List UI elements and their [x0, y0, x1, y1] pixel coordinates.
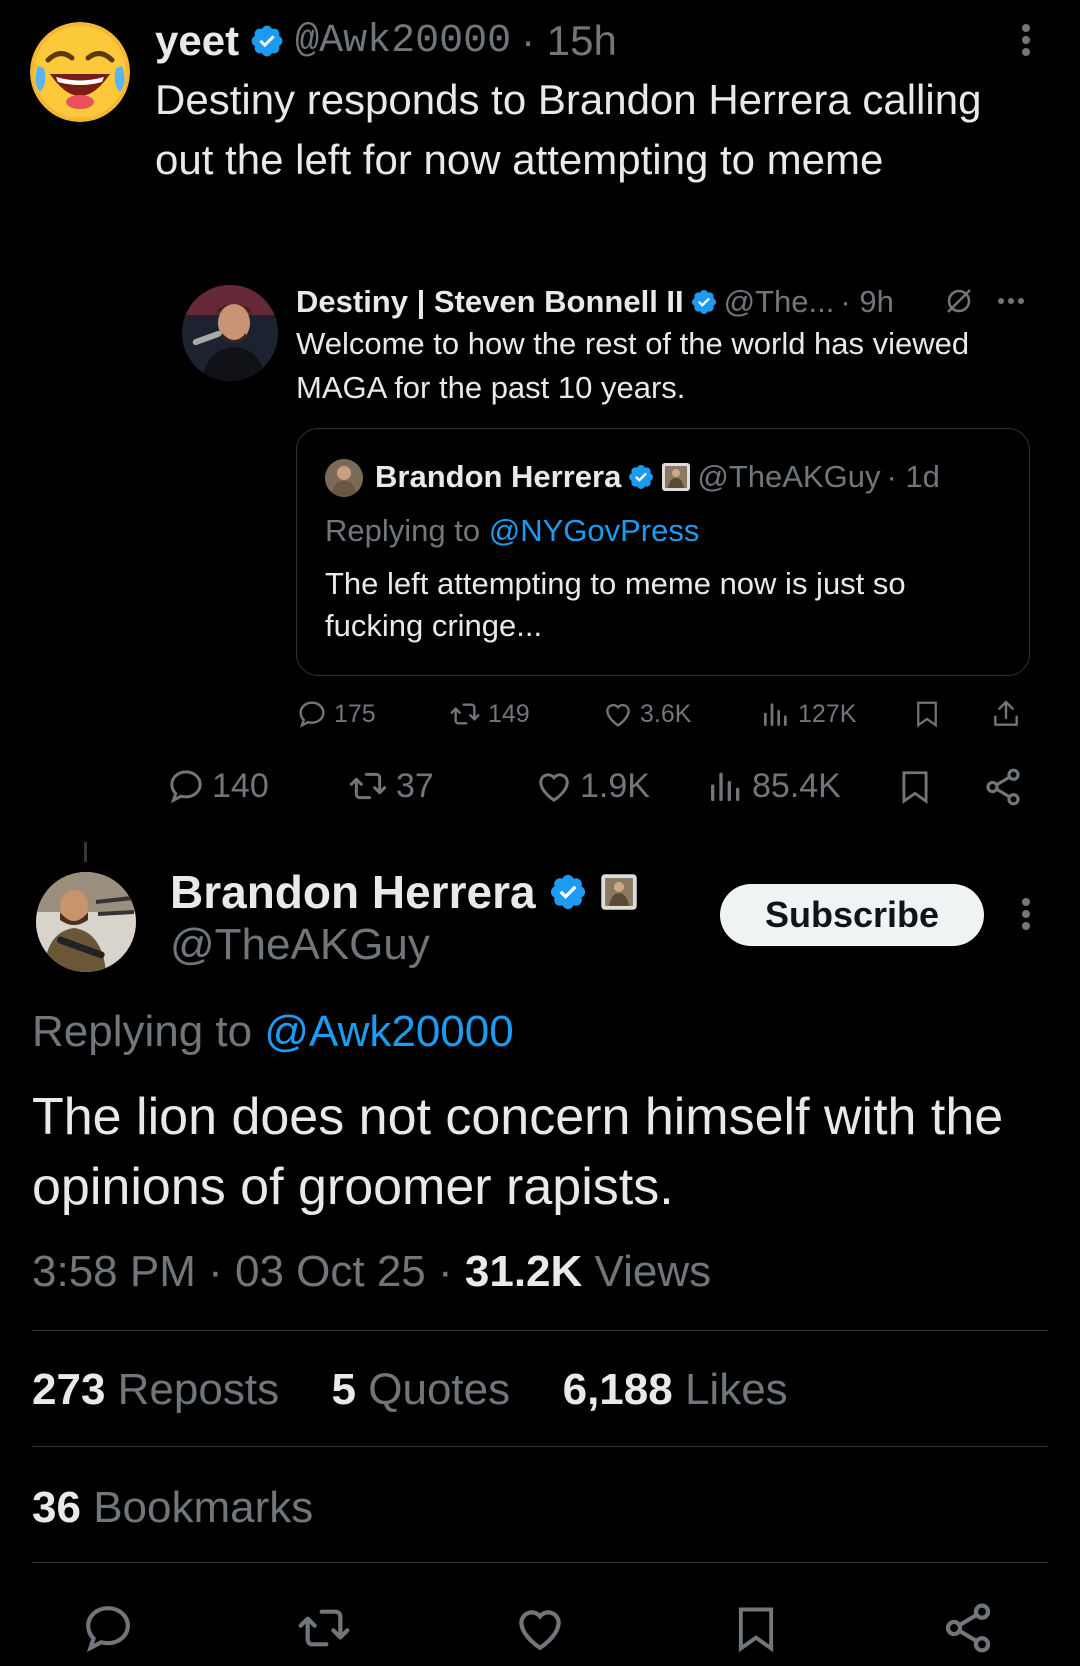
quote-more-options-icon[interactable] — [996, 296, 1026, 306]
divider — [32, 1330, 1048, 1331]
reply-icon — [299, 701, 325, 728]
herrera-avatar[interactable] — [36, 872, 136, 972]
inner-text: The left attempting to meme now is just … — [325, 566, 906, 643]
quote-views-button[interactable]: 127K — [760, 698, 856, 730]
bookmarks-stat[interactable]: 36 Bookmarks — [32, 1480, 313, 1536]
subscribe-label: Subscribe — [764, 894, 940, 935]
quote-bookmark-icon[interactable] — [912, 698, 942, 730]
divider — [32, 1562, 1048, 1563]
like-icon — [539, 773, 569, 802]
reply-author-handle[interactable]: @TheAKGuy — [170, 920, 430, 970]
bottom-like-icon[interactable] — [512, 1600, 568, 1656]
tweet-text: Destiny responds to Brandon Herrera call… — [155, 76, 982, 183]
reposts-count: 273 — [32, 1365, 106, 1414]
more-options-icon[interactable] — [1014, 22, 1038, 58]
quote-author-handle[interactable]: @The... — [724, 284, 835, 320]
verified-badge-icon — [690, 288, 718, 316]
repost-button[interactable]: 37 — [346, 766, 434, 806]
reply-text: The lion does not concern himself with t… — [32, 1088, 1004, 1216]
bottom-bookmark-icon[interactable] — [730, 1600, 782, 1658]
like-icon — [606, 703, 630, 727]
inner-author-handle: @TheAKGuy — [697, 459, 881, 494]
repost-icon — [450, 703, 480, 725]
reply-views-label: Views — [594, 1247, 712, 1296]
likes-stat[interactable]: 6,188 Likes — [563, 1365, 788, 1414]
author-handle[interactable]: @Awk20000 — [295, 19, 511, 64]
reply-replying-prefix: Replying to — [32, 1007, 253, 1056]
views-button[interactable]: 85.4K — [706, 766, 841, 806]
reply-button[interactable]: 140 — [166, 766, 269, 806]
author-name[interactable]: yeet — [155, 17, 239, 65]
yeet-avatar[interactable] — [30, 22, 130, 122]
affiliate-badge-icon — [600, 873, 638, 911]
views-icon — [711, 772, 740, 801]
reply-icon — [170, 770, 202, 804]
share-icon[interactable] — [982, 766, 1024, 808]
bookmarks-label: Bookmarks — [93, 1483, 314, 1532]
quote-repost-count: 149 — [488, 699, 530, 728]
quote-reply-button[interactable]: 175 — [296, 698, 376, 730]
affiliate-badge-icon — [661, 462, 691, 492]
quote-author-name[interactable]: Destiny | Steven Bonnell II — [296, 284, 684, 320]
repost-icon — [349, 772, 387, 800]
reply-author-name[interactable]: Brandon Herrera — [170, 865, 536, 919]
bottom-share-icon[interactable] — [940, 1600, 996, 1656]
quotes-count: 5 — [331, 1365, 357, 1414]
inner-author-name: Brandon Herrera — [375, 459, 622, 494]
thread-connector — [84, 842, 87, 862]
verified-badge-icon — [548, 872, 588, 912]
views-count: 85.4K — [752, 766, 841, 805]
quote-share-icon[interactable] — [990, 698, 1022, 730]
reply-date[interactable]: 03 Oct 25 — [235, 1247, 426, 1296]
verified-badge-icon — [249, 23, 285, 59]
reply-views-count: 31.2K — [464, 1247, 583, 1296]
inner-replying-prefix: Replying to — [325, 513, 481, 548]
reply-count: 140 — [212, 766, 269, 805]
likes-count: 6,188 — [562, 1365, 673, 1414]
reply-more-options-icon[interactable] — [1014, 896, 1038, 932]
inner-quote-card[interactable]: Brandon Herrera @TheAKGuy · 1d Replying … — [296, 428, 1030, 676]
quotes-label: Quotes — [368, 1365, 511, 1414]
reposts-label: Reposts — [117, 1365, 280, 1414]
destiny-avatar[interactable] — [182, 285, 278, 381]
reposts-stat[interactable]: 273 Reposts — [32, 1365, 279, 1414]
inner-replying-mention[interactable]: @NYGovPress — [489, 513, 700, 548]
bottom-reply-icon[interactable] — [80, 1600, 136, 1656]
bookmark-icon[interactable] — [896, 766, 934, 808]
bookmarks-count: 36 — [32, 1483, 81, 1532]
grok-icon[interactable] — [944, 286, 974, 316]
quotes-stat[interactable]: 5 Quotes — [332, 1365, 511, 1414]
like-count: 1.9K — [580, 766, 650, 805]
quote-like-count: 3.6K — [640, 699, 692, 728]
herrera-small-avatar — [325, 459, 363, 497]
inner-time: · 1d — [886, 459, 940, 494]
likes-label: Likes — [684, 1365, 788, 1414]
verified-badge-icon — [627, 463, 655, 491]
bottom-repost-icon[interactable] — [294, 1600, 354, 1656]
quote-reply-count: 175 — [334, 699, 376, 728]
quote-like-button[interactable]: 3.6K — [602, 698, 691, 730]
quote-text: Welcome to how the rest of the world has… — [296, 326, 970, 405]
tweet-time[interactable]: · 15h — [521, 17, 617, 65]
quote-views-count: 127K — [798, 699, 857, 728]
divider — [32, 1446, 1048, 1447]
subscribe-button[interactable]: Subscribe — [720, 884, 984, 946]
quote-repost-button[interactable]: 149 — [448, 698, 530, 730]
like-button[interactable]: 1.9K — [534, 766, 650, 806]
reply-time[interactable]: 3:58 PM — [32, 1247, 196, 1296]
views-icon — [764, 703, 787, 726]
reply-replying-mention[interactable]: @Awk20000 — [264, 1007, 513, 1056]
quote-time[interactable]: · 9h — [840, 284, 893, 320]
repost-count: 37 — [396, 766, 434, 805]
